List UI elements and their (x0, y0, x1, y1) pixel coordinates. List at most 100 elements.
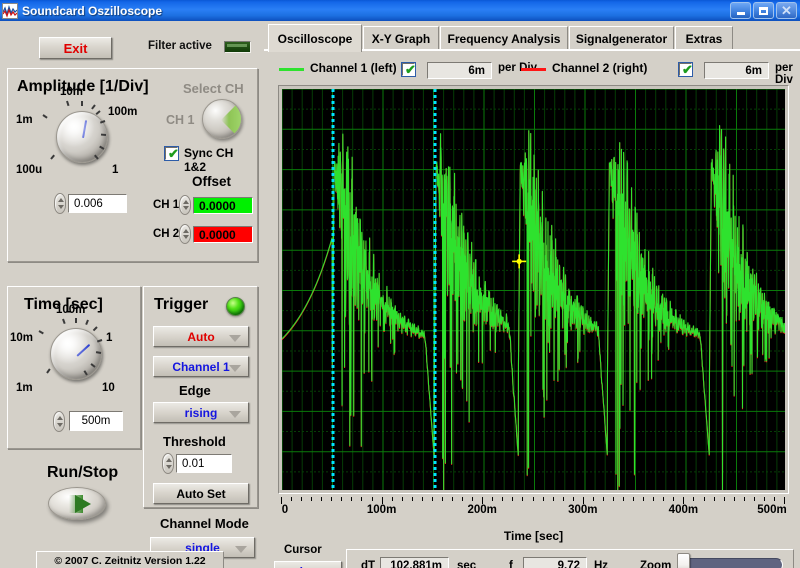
x-axis-minor-tick (643, 497, 645, 501)
close-icon: ✕ (781, 3, 792, 18)
x-axis-minor-tick (743, 497, 745, 501)
run-stop-button[interactable] (48, 487, 106, 520)
exit-button[interactable]: Exit (39, 37, 112, 59)
channel-2-div-field[interactable]: 6m (704, 62, 769, 79)
offset-ch2-label: CH 2 (153, 228, 180, 240)
application-window: Soundcard Oszilloscope ✕ Exit Filter act… (0, 0, 800, 568)
minimize-button[interactable] (730, 2, 751, 19)
chevron-down-icon (229, 411, 241, 418)
threshold-stepper[interactable] (162, 453, 174, 474)
x-axis-minor-tick (512, 497, 514, 501)
close-button[interactable]: ✕ (776, 2, 797, 19)
zoom-slider-track[interactable] (677, 558, 783, 568)
auto-set-button[interactable]: Auto Set (153, 483, 249, 504)
x-axis-minor-tick (653, 497, 655, 501)
offset-ch1-stepper[interactable] (179, 195, 191, 215)
zoom-label: Zoom (640, 560, 672, 568)
x-axis-minor-tick (431, 497, 433, 501)
x-axis-minor-tick (562, 497, 564, 501)
oscilloscope-graph[interactable] (278, 85, 789, 494)
tab-extras[interactable]: Extras (675, 26, 733, 50)
filter-active-indicator[interactable] (224, 41, 251, 53)
tab-oscilloscope[interactable]: Oscilloscope (268, 24, 362, 52)
x-axis-tick-label: 0 (281, 504, 289, 516)
dt-label: dT (361, 560, 376, 568)
time-stepper[interactable] (53, 411, 65, 432)
x-axis-minor-tick (602, 497, 604, 501)
maximize-button[interactable] (753, 2, 774, 19)
amplitude-knob[interactable] (56, 111, 108, 163)
x-axis-minor-tick (341, 497, 343, 501)
tab-signalgenerator[interactable]: Signalgenerator (569, 26, 674, 50)
x-axis-minor-tick (663, 497, 665, 501)
amplitude-value-field[interactable]: 0.006 (68, 194, 127, 213)
x-axis-minor-tick (291, 497, 293, 501)
x-axis-minor-tick (331, 497, 333, 501)
trigger-mode-select[interactable]: Auto (153, 326, 249, 347)
time-knob-label-10m: 10m (10, 332, 34, 344)
offset-ch2-field[interactable]: 0.0000 (193, 226, 253, 243)
dt-value-field: 102.881m (380, 557, 449, 568)
crosshair-dot (516, 258, 522, 264)
threshold-value-field[interactable]: 0.01 (176, 454, 232, 473)
copyright-label: © 2007 C. Zeitnitz Version 1.22 (36, 551, 224, 568)
x-axis-minor-tick (753, 497, 755, 501)
x-axis-minor-tick (713, 497, 715, 501)
sync-channels-checkbox[interactable]: ✔ (164, 146, 179, 161)
window-title: Soundcard Oszilloscope (22, 3, 163, 18)
waveform-channel-1 (282, 125, 785, 490)
channel-2-enable-checkbox[interactable]: ✔ (678, 62, 693, 77)
tab-xy-graph[interactable]: X-Y Graph (363, 26, 439, 50)
x-axis-minor-tick (723, 497, 725, 501)
x-axis-minor-tick (673, 497, 675, 501)
offset-ch2-stepper[interactable] (179, 224, 191, 244)
x-axis-minor-tick (733, 497, 735, 501)
trigger-group: Trigger Auto Channel 1 Edge rising Thres… (143, 286, 258, 508)
amplitude-stepper[interactable] (54, 193, 66, 214)
tab-strip: Oscilloscope X-Y Graph Frequency Analysi… (264, 24, 800, 52)
x-axis-minor-tick (351, 497, 353, 501)
x-axis-tick-label: 300m (568, 504, 598, 516)
x-axis-minor-tick (401, 497, 403, 501)
trigger-source-value: Channel 1 (172, 359, 230, 374)
tab-frequency-analysis[interactable]: Frequency Analysis (440, 26, 568, 50)
amplitude-knob-label-100u: 100u (16, 164, 43, 176)
x-axis-minor-tick (492, 497, 494, 501)
zoom-slider-thumb[interactable] (677, 553, 690, 568)
chevron-down-icon (229, 335, 241, 342)
x-axis-minor-tick (773, 497, 775, 501)
offset-ch1-field[interactable]: 0.0000 (193, 197, 253, 214)
time-knob[interactable] (50, 328, 102, 380)
select-ch-title: Select CH (183, 81, 244, 96)
amplitude-knob-label-1: 1 (112, 164, 119, 176)
time-knob-label-1: 1 (106, 332, 113, 344)
time-value-field[interactable]: 500m (69, 411, 123, 431)
frequency-unit-label: Hz (594, 560, 609, 568)
x-axis-major-tick (381, 497, 383, 504)
x-axis-minor-tick (361, 497, 363, 501)
cursor-mode-value: time (296, 565, 321, 568)
trigger-edge-label: Edge (179, 383, 211, 398)
amplitude-knob-label-100m: 100m (108, 106, 138, 118)
channel-1-enable-checkbox[interactable]: ✔ (401, 62, 416, 77)
x-axis-major-tick (683, 497, 685, 504)
time-knob-label-1m: 1m (16, 382, 33, 394)
x-axis-minor-tick (763, 497, 765, 501)
time-knob-label-10: 10 (102, 382, 115, 394)
channel-1-label: Channel 1 (left) (310, 61, 397, 75)
amplitude-knob-label-1m: 1m (16, 114, 33, 126)
time-knob-label-100m: 100m (56, 304, 86, 316)
plot-area[interactable] (282, 89, 785, 490)
time-group: Time [sec] 100m 1 10 1m 10m 500m (7, 286, 141, 449)
channel-1-div-field[interactable]: 6m (427, 62, 492, 79)
x-axis-minor-tick (411, 497, 413, 501)
x-axis-minor-tick (371, 497, 373, 501)
trigger-edge-select[interactable]: rising (153, 402, 249, 423)
select-ch-knob[interactable] (202, 99, 242, 139)
play-icon (75, 495, 91, 513)
x-axis-tick-label: 200m (467, 504, 497, 516)
trigger-source-select[interactable]: Channel 1 (153, 356, 249, 377)
channel-mode-label: Channel Mode (160, 516, 249, 531)
channel-2-label: Channel 2 (right) (552, 61, 648, 75)
cursor-mode-select[interactable]: time (274, 561, 342, 568)
